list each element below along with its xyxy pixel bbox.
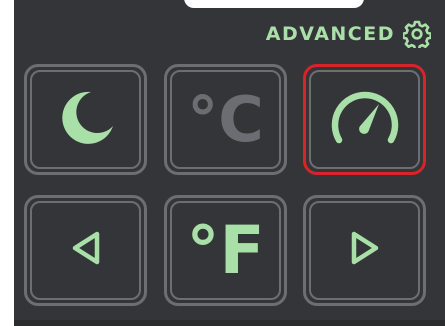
speedometer-button[interactable] [303, 64, 426, 175]
tile-frame [309, 201, 420, 300]
next-button[interactable] [303, 195, 426, 306]
advanced-label: ADVANCED [265, 23, 395, 45]
control-panel: ADVANCED °C °F [14, 0, 445, 326]
tile-frame [309, 70, 420, 169]
celsius-label: °C [187, 82, 264, 156]
tile-frame [30, 70, 141, 169]
triangle-left-icon [69, 228, 103, 273]
gauge-icon [327, 82, 403, 157]
tile-frame: °F [170, 201, 281, 300]
triangle-right-icon [348, 228, 382, 273]
advanced-settings-link[interactable]: ADVANCED [266, 20, 431, 48]
moon-icon [55, 86, 117, 153]
tile-frame: °C [170, 70, 281, 169]
fahrenheit-label: °F [186, 211, 265, 289]
celsius-button[interactable]: °C [164, 64, 287, 175]
bottom-edge [14, 320, 445, 326]
night-mode-button[interactable] [24, 64, 147, 175]
gear-icon [403, 20, 431, 48]
top-bezel-edge [184, 0, 364, 8]
previous-button[interactable] [24, 195, 147, 306]
fahrenheit-button[interactable]: °F [164, 195, 287, 306]
tile-frame [30, 201, 141, 300]
